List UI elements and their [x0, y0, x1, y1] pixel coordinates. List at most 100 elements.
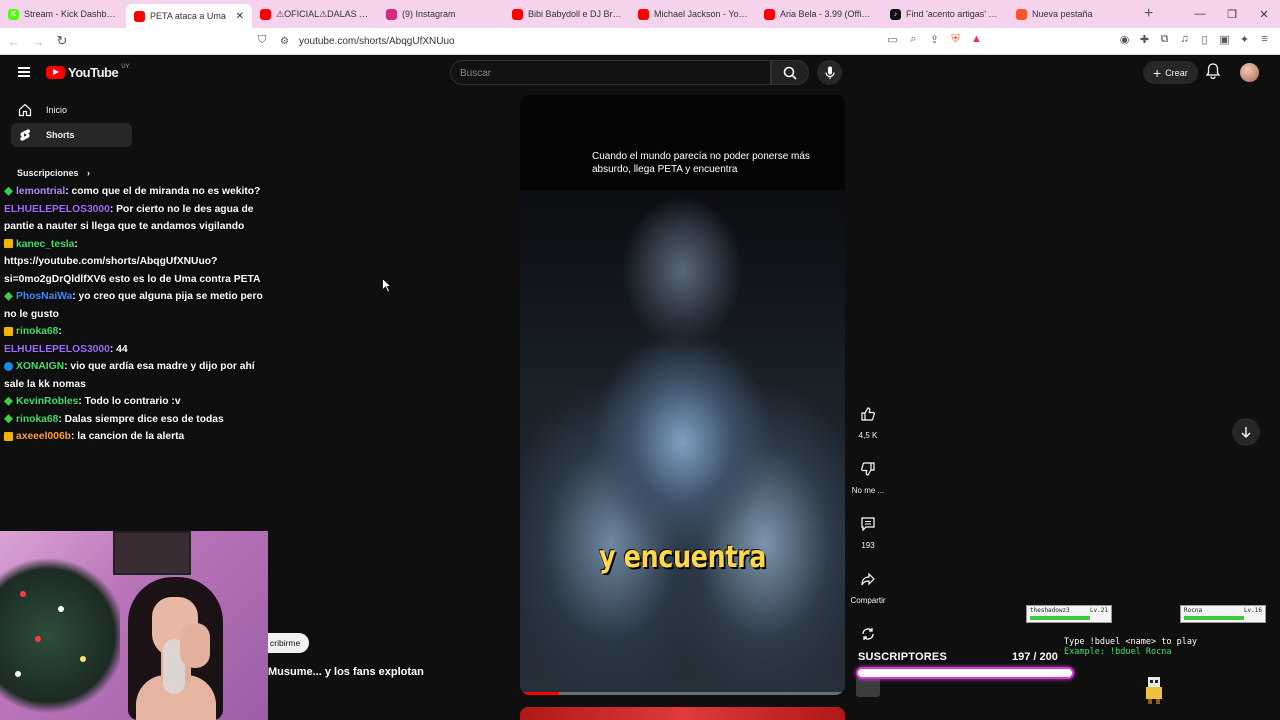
back-button[interactable]: ← [4, 34, 24, 49]
thumbs-down-icon [861, 462, 875, 476]
tab-favicon-icon [386, 8, 397, 20]
duel-help-line: Type !bduel <name> to play [1064, 637, 1198, 647]
screenshot-icon[interactable]: ⧉ [1157, 33, 1172, 48]
health-bar [1184, 616, 1244, 620]
minimize-button[interactable]: — [1184, 8, 1216, 20]
browser-tab[interactable]: (9) Instagram [378, 0, 504, 28]
duel-instructions: Type !bduel <name> to play Example: !bdu… [1064, 637, 1197, 657]
streamer-hand [180, 623, 210, 668]
share-button[interactable]: Compartir [846, 565, 890, 605]
chat-badge-icon [4, 326, 13, 336]
short-progress-bar[interactable] [520, 692, 845, 695]
rewards-icon[interactable]: ▲ [969, 33, 984, 48]
chat-message: kanec_tesla: https://youtube.com/shorts/… [0, 236, 266, 289]
chat-username[interactable]: lemontrial [16, 186, 65, 197]
comments-button[interactable]: 193 [846, 510, 890, 550]
chevron-right-icon: › [87, 168, 91, 178]
chat-username[interactable]: rinoka68 [16, 414, 58, 425]
site-info-icon[interactable]: ⚙ [280, 36, 289, 47]
chat-username[interactable]: KevinRobles [16, 396, 78, 407]
youtube-play-icon [46, 66, 65, 79]
search-button[interactable] [771, 60, 809, 85]
close-tab-icon[interactable]: ✕ [236, 11, 244, 22]
browser-tab[interactable]: ⚠OFICIAL⚠DALAS ESTA [252, 0, 378, 28]
bell-icon [1205, 63, 1221, 80]
sound-thumbnail[interactable] [856, 677, 880, 697]
wallet-icon[interactable]: ▣ [1217, 33, 1232, 48]
sidebar-item-inicio[interactable]: Inicio [11, 98, 132, 122]
menu-icon[interactable]: ≡ [1257, 33, 1272, 48]
reload-button[interactable]: ↻ [52, 33, 72, 49]
subscriptions-header[interactable]: Suscripciones › [17, 168, 90, 178]
browser-tab[interactable]: ♪ Find 'acento artigas' on Ti [882, 0, 1008, 28]
zoom-icon[interactable]: ⌕ [906, 33, 921, 48]
chat-username[interactable]: axeeel006b [16, 431, 71, 442]
close-window-button[interactable]: ✕ [1248, 8, 1280, 21]
browser-tab[interactable]: Bibi Babydoll e DJ Brun [504, 0, 630, 28]
browser-tab[interactable]: Nueva pestaña [1008, 0, 1134, 28]
brave-shield-icon[interactable]: ⛨ [948, 33, 963, 48]
christmas-tree [0, 551, 120, 720]
chat-username[interactable]: kanec_tesla [16, 239, 74, 250]
browser-tab-bar: K Stream - Kick Dashboard PETA ataca a Uma… [0, 0, 1280, 28]
dislike-button[interactable]: No me ... [846, 455, 890, 495]
share-page-icon[interactable]: ⇪ [927, 33, 942, 48]
chat-username[interactable]: ELHUELEPELOS3000 [4, 344, 110, 355]
search-icon [783, 66, 797, 80]
like-count: 4,5 K [858, 431, 878, 440]
subscribe-button[interactable]: cribirme [268, 633, 310, 653]
voice-search-button[interactable] [817, 60, 842, 85]
leo-icon[interactable]: ✦ [1237, 33, 1252, 48]
chat-username[interactable]: rinoka68 [16, 326, 58, 337]
duel-player-name: theshadowz3 [1030, 607, 1070, 614]
chat-message: rinoka68: Dalas siempre dice eso de toda… [0, 411, 266, 429]
music-icon[interactable]: ♫ [1177, 33, 1192, 48]
short-caption: Cuando el mundo parecía no poder ponerse… [592, 151, 810, 175]
new-tab-button[interactable]: + [1134, 5, 1163, 23]
short-video-frame [520, 190, 845, 695]
chat-text: : Todo lo contrario :v [78, 396, 181, 407]
like-button[interactable]: 4,5 K [846, 400, 890, 440]
notifications-button[interactable] [1205, 63, 1221, 84]
search-input[interactable]: Buscar [450, 60, 771, 85]
extensions-icon[interactable]: ✚ [1137, 33, 1152, 48]
cast-icon[interactable]: ▭ [885, 33, 900, 48]
extension-icon-1[interactable]: ◉ [1117, 33, 1132, 48]
tree-light [80, 656, 86, 662]
tab-title: Stream - Kick Dashboard [24, 9, 118, 19]
account-avatar[interactable] [1240, 63, 1259, 82]
remix-button[interactable] [846, 620, 890, 651]
short-title: Musume... y los fans explotan [268, 666, 424, 678]
webcam-overlay [0, 531, 268, 720]
tab-favicon-icon [260, 8, 271, 20]
sidebar-item-shorts[interactable]: Shorts [11, 123, 132, 147]
chat-badge-icon [4, 431, 13, 441]
chat-username[interactable]: ELHUELEPELOS3000 [4, 204, 110, 215]
sidebar-icon[interactable]: ▯ [1197, 33, 1212, 48]
create-button[interactable]: + Crear [1143, 61, 1198, 84]
next-short-button[interactable] [1232, 418, 1260, 446]
browser-tab[interactable]: PETA ataca a Uma ✕ [126, 4, 252, 28]
next-short-preview[interactable] [520, 707, 845, 720]
microphone-icon [824, 66, 835, 79]
hamburger-menu-icon[interactable] [18, 67, 30, 77]
youtube-page: YouTube UY Buscar + Crear Inicio Shorts … [0, 55, 1280, 720]
bookmark-icon[interactable]: ⛉ [258, 34, 266, 47]
chat-badge-icon [4, 186, 13, 196]
tab-title: Michael Jackson - You Are [654, 9, 748, 19]
chat-username[interactable]: XONAIGN [16, 361, 64, 372]
youtube-logo[interactable]: YouTube UY [46, 64, 130, 80]
tab-title: Bibi Babydoll e DJ Brun [528, 9, 622, 19]
health-bar [1030, 616, 1090, 620]
forward-button[interactable]: → [28, 34, 48, 49]
pixel-character-icon [1146, 677, 1162, 704]
home-icon [18, 103, 32, 117]
chat-username[interactable]: PhosNaiWa [16, 291, 72, 302]
restore-button[interactable]: ❐ [1216, 8, 1248, 21]
browser-tab[interactable]: Aria Bela - 3.99 (Official V [756, 0, 882, 28]
tree-light [35, 636, 41, 642]
browser-tab[interactable]: Michael Jackson - You Are [630, 0, 756, 28]
short-video-player[interactable]: Cuando el mundo parecía no poder ponerse… [520, 95, 845, 695]
share-label: Compartir [850, 596, 886, 605]
browser-tab[interactable]: K Stream - Kick Dashboard [0, 0, 126, 28]
